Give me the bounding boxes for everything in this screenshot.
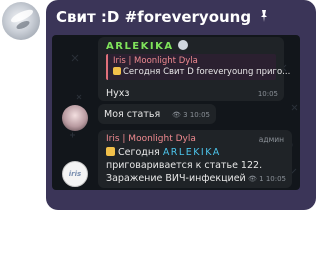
sticker-avatar bbox=[2, 2, 40, 40]
message-bubble[interactable]: ARLEKIKA Iris | Moonlight Dyla Сегодня С… bbox=[98, 37, 290, 101]
card-title: Свит :D #foreveryoung bbox=[56, 4, 269, 30]
judge-emoji-icon bbox=[113, 67, 121, 75]
message-meta: 👁 3 10:05 bbox=[172, 111, 210, 119]
message-line: приговаривается к статье 122. bbox=[106, 160, 263, 171]
reply-preview[interactable]: Iris | Moonlight Dyla Сегодня Свит D for… bbox=[106, 54, 290, 80]
admin-badge: админ bbox=[258, 135, 284, 144]
verified-icon bbox=[178, 40, 188, 50]
message-text: Нухз bbox=[106, 88, 130, 99]
avatar[interactable] bbox=[62, 105, 88, 131]
pin-icon bbox=[261, 10, 268, 22]
message-bubble[interactable]: Моя статья 👁 3 10:05 bbox=[98, 104, 216, 124]
highlight-name: ARLEKIKA bbox=[162, 147, 221, 158]
message-bubble[interactable]: Iris | Moonlight Dyla админ Сегодня ARLE… bbox=[98, 130, 292, 188]
reply-sender: Iris | Moonlight Dyla bbox=[113, 56, 198, 66]
sender-name[interactable]: ARLEKIKA bbox=[106, 41, 174, 52]
sticker-card: Свит :D #foreveryoung ARLEKIKA Iris | Mo… bbox=[46, 0, 316, 210]
views-icon: 👁 bbox=[247, 175, 257, 183]
message-text: Моя статья bbox=[104, 109, 161, 120]
message-line: Сегодня ARLEKIKA bbox=[106, 147, 221, 158]
views-icon: 👁 bbox=[171, 111, 181, 119]
sender-name[interactable]: Iris | Moonlight Dyla bbox=[106, 134, 196, 144]
reply-text-line: Сегодня Свит D foreveryoung приго... bbox=[113, 67, 290, 77]
message-meta: 👁 1 10:05 bbox=[248, 175, 286, 183]
views-count: 3 bbox=[183, 111, 188, 119]
views-count: 1 bbox=[259, 175, 264, 183]
judge-emoji-icon bbox=[106, 147, 115, 156]
message-time: 10:05 bbox=[265, 175, 286, 183]
chat-area: ARLEKIKA Iris | Moonlight Dyla Сегодня С… bbox=[52, 35, 300, 190]
avatar[interactable]: iris bbox=[62, 161, 88, 187]
message-time: 10:05 bbox=[257, 90, 278, 98]
message-time: 10:05 bbox=[189, 111, 210, 119]
message-line: Заражение ВИЧ-инфекцией bbox=[106, 173, 246, 184]
